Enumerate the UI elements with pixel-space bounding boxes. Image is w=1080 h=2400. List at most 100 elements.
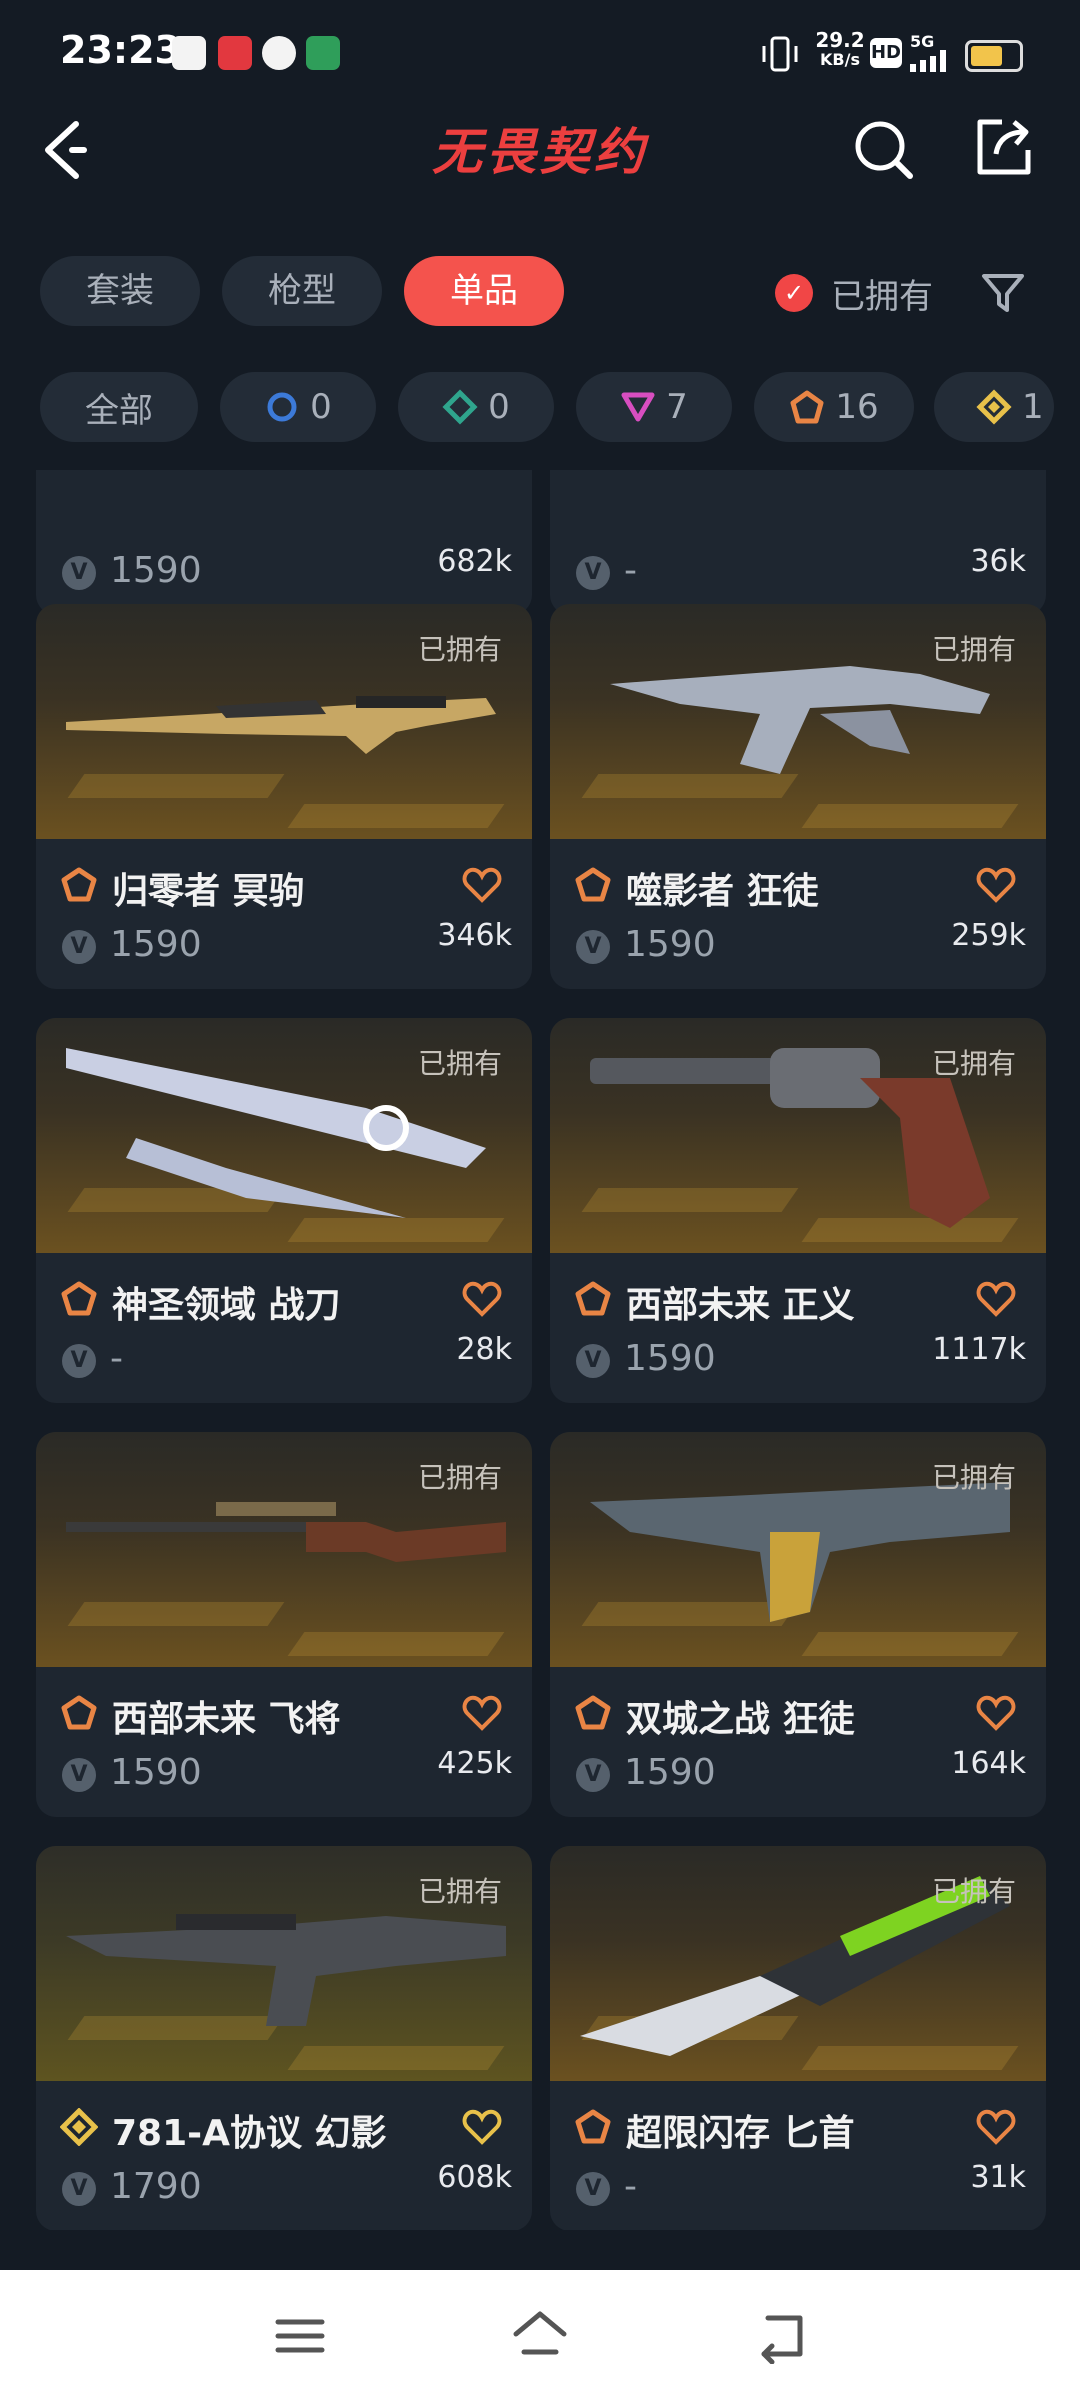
owned-tag: 已拥有 bbox=[931, 1461, 1016, 1494]
status-time: 23:23 bbox=[60, 28, 181, 72]
item-likes: 259k bbox=[951, 918, 1026, 953]
heart-icon[interactable] bbox=[976, 2108, 1016, 2146]
tier-chip-select[interactable]: 0 bbox=[220, 372, 376, 442]
item-card-partial[interactable]: V - 36k bbox=[550, 470, 1046, 615]
pentagon-tier-icon bbox=[61, 867, 97, 902]
item-price: 1590 bbox=[624, 924, 716, 965]
item-likes: 682k bbox=[437, 544, 512, 579]
tier-chip-count: 7 bbox=[666, 387, 688, 427]
item-likes: 164k bbox=[951, 1746, 1026, 1781]
tab-bundles[interactable]: 套装 bbox=[40, 256, 200, 326]
heart-icon[interactable] bbox=[976, 866, 1016, 904]
shop-notification-icon bbox=[218, 36, 252, 70]
item-price: - bbox=[110, 1338, 123, 1379]
heart-icon[interactable] bbox=[462, 2108, 502, 2146]
diamond-tier-icon bbox=[442, 389, 478, 425]
item-image: 已拥有 bbox=[36, 604, 532, 839]
tier-chip-all-label: 全部 bbox=[85, 390, 153, 431]
home-icon[interactable] bbox=[510, 2308, 570, 2364]
vp-currency-icon: V bbox=[576, 1758, 610, 1792]
pistol-image bbox=[610, 666, 990, 774]
vp-currency-icon: V bbox=[62, 556, 96, 590]
page-title: 无畏契约 bbox=[432, 123, 648, 181]
item-image: 已拥有 bbox=[550, 1846, 1046, 2081]
vp-currency-icon: V bbox=[62, 1344, 96, 1378]
vibrate-icon bbox=[762, 36, 798, 72]
item-price: - bbox=[624, 2166, 637, 2207]
tier-chip-exclusive[interactable]: 16 bbox=[754, 372, 914, 442]
vp-currency-icon: V bbox=[576, 930, 610, 964]
item-card[interactable]: 已拥有 超限闪存 匕首 V - 31k bbox=[550, 1846, 1046, 2230]
item-card[interactable]: 已拥有 西部未来 正义 V 1590 1117k bbox=[550, 1018, 1046, 1403]
owned-tag: 已拥有 bbox=[417, 1461, 502, 1494]
item-image: 已拥有 bbox=[550, 1018, 1046, 1253]
menu-icon[interactable] bbox=[270, 2308, 330, 2364]
item-card[interactable]: 已拥有 归零者 冥驹 V 1590 346k bbox=[36, 604, 532, 989]
vp-currency-icon: V bbox=[576, 556, 610, 590]
speed-unit: KB/s bbox=[820, 50, 860, 69]
item-name: 归零者 冥驹 bbox=[112, 871, 305, 912]
item-price: 1590 bbox=[110, 1752, 202, 1793]
heart-icon[interactable] bbox=[462, 866, 502, 904]
owned-tag: 已拥有 bbox=[417, 1047, 502, 1080]
pentagon-tier-icon bbox=[790, 390, 824, 424]
triangle-tier-icon bbox=[621, 392, 655, 422]
item-likes: 346k bbox=[437, 918, 512, 953]
owned-tag: 已拥有 bbox=[417, 1875, 502, 1908]
item-price: 1590 bbox=[624, 1338, 716, 1379]
circle-tier-icon bbox=[267, 392, 297, 422]
tier-chip-deluxe[interactable]: 0 bbox=[398, 372, 554, 442]
item-name: 781-A协议 幻影 bbox=[112, 2113, 387, 2154]
item-likes: 1117k bbox=[932, 1332, 1026, 1367]
item-grid: V 1590 682k V - 36k 已拥有 归零者 冥驹 V 1590 34… bbox=[0, 470, 1080, 2230]
item-card[interactable]: 已拥有 噬影者 狂徒 V 1590 259k bbox=[550, 604, 1046, 989]
owned-tag: 已拥有 bbox=[417, 633, 502, 666]
filter-icon[interactable] bbox=[980, 270, 1026, 316]
tier-chip-count: 1 bbox=[1022, 387, 1044, 427]
status-bar: 23:23 29.2 KB/s HD 5G bbox=[0, 0, 1080, 100]
vp-currency-icon: V bbox=[576, 2172, 610, 2206]
pentagon-tier-icon bbox=[575, 867, 611, 902]
item-image: 已拥有 bbox=[36, 1846, 532, 2081]
vandal-rifle-image bbox=[66, 1914, 506, 2026]
item-card-partial[interactable]: V 1590 682k bbox=[36, 470, 532, 615]
item-image: 已拥有 bbox=[36, 1018, 532, 1253]
speed-value: 29.2 bbox=[815, 28, 865, 52]
item-card[interactable]: 已拥有 西部未来 飞将 V 1590 425k bbox=[36, 1432, 532, 1817]
item-name: 神圣领域 战刀 bbox=[112, 1285, 341, 1326]
tab-weapon-types[interactable]: 枪型 bbox=[222, 256, 382, 326]
heart-icon[interactable] bbox=[462, 1280, 502, 1318]
item-card[interactable]: 已拥有 双城之战 狂徒 V 1590 164k bbox=[550, 1432, 1046, 1817]
item-name: 西部未来 飞将 bbox=[112, 1699, 341, 1740]
item-price: - bbox=[624, 550, 637, 591]
tier-chip-count: 0 bbox=[488, 387, 510, 427]
item-likes: 36k bbox=[970, 544, 1026, 579]
share-icon[interactable] bbox=[972, 116, 1036, 180]
search-icon[interactable] bbox=[852, 118, 914, 180]
heart-icon[interactable] bbox=[976, 1280, 1016, 1318]
heart-icon[interactable] bbox=[976, 1694, 1016, 1732]
mobile-notification-icon bbox=[306, 36, 340, 70]
vp-currency-icon: V bbox=[62, 930, 96, 964]
item-price: 1590 bbox=[624, 1752, 716, 1793]
tier-chip-premium[interactable]: 7 bbox=[576, 372, 732, 442]
app-notification-icon bbox=[172, 36, 206, 70]
owned-filter-label: 已拥有 bbox=[831, 276, 933, 317]
system-nav-bar bbox=[0, 2270, 1080, 2400]
item-card[interactable]: 已拥有 781-A协议 幻影 V 1790 608k bbox=[36, 1846, 532, 2230]
checkmark-icon: ✓ bbox=[775, 274, 813, 312]
message-notification-icon bbox=[262, 36, 296, 70]
heart-icon[interactable] bbox=[462, 1694, 502, 1732]
owned-filter-toggle[interactable]: ✓ 已拥有 bbox=[775, 268, 933, 318]
pentagon-tier-icon bbox=[575, 1281, 611, 1316]
signal-icon bbox=[910, 50, 946, 72]
tier-chip-all[interactable]: 全部 bbox=[40, 372, 198, 442]
tier-chip-count: 16 bbox=[835, 387, 879, 427]
back-icon[interactable] bbox=[750, 2308, 810, 2364]
item-image: 已拥有 bbox=[550, 604, 1046, 839]
item-card[interactable]: 已拥有 神圣领域 战刀 V - 28k bbox=[36, 1018, 532, 1403]
tier-chip-ultra[interactable]: 1 bbox=[934, 372, 1054, 442]
pentagon-tier-icon bbox=[61, 1695, 97, 1730]
tab-single-items[interactable]: 单品 bbox=[404, 256, 564, 326]
sniper-rifle-image bbox=[66, 696, 496, 754]
